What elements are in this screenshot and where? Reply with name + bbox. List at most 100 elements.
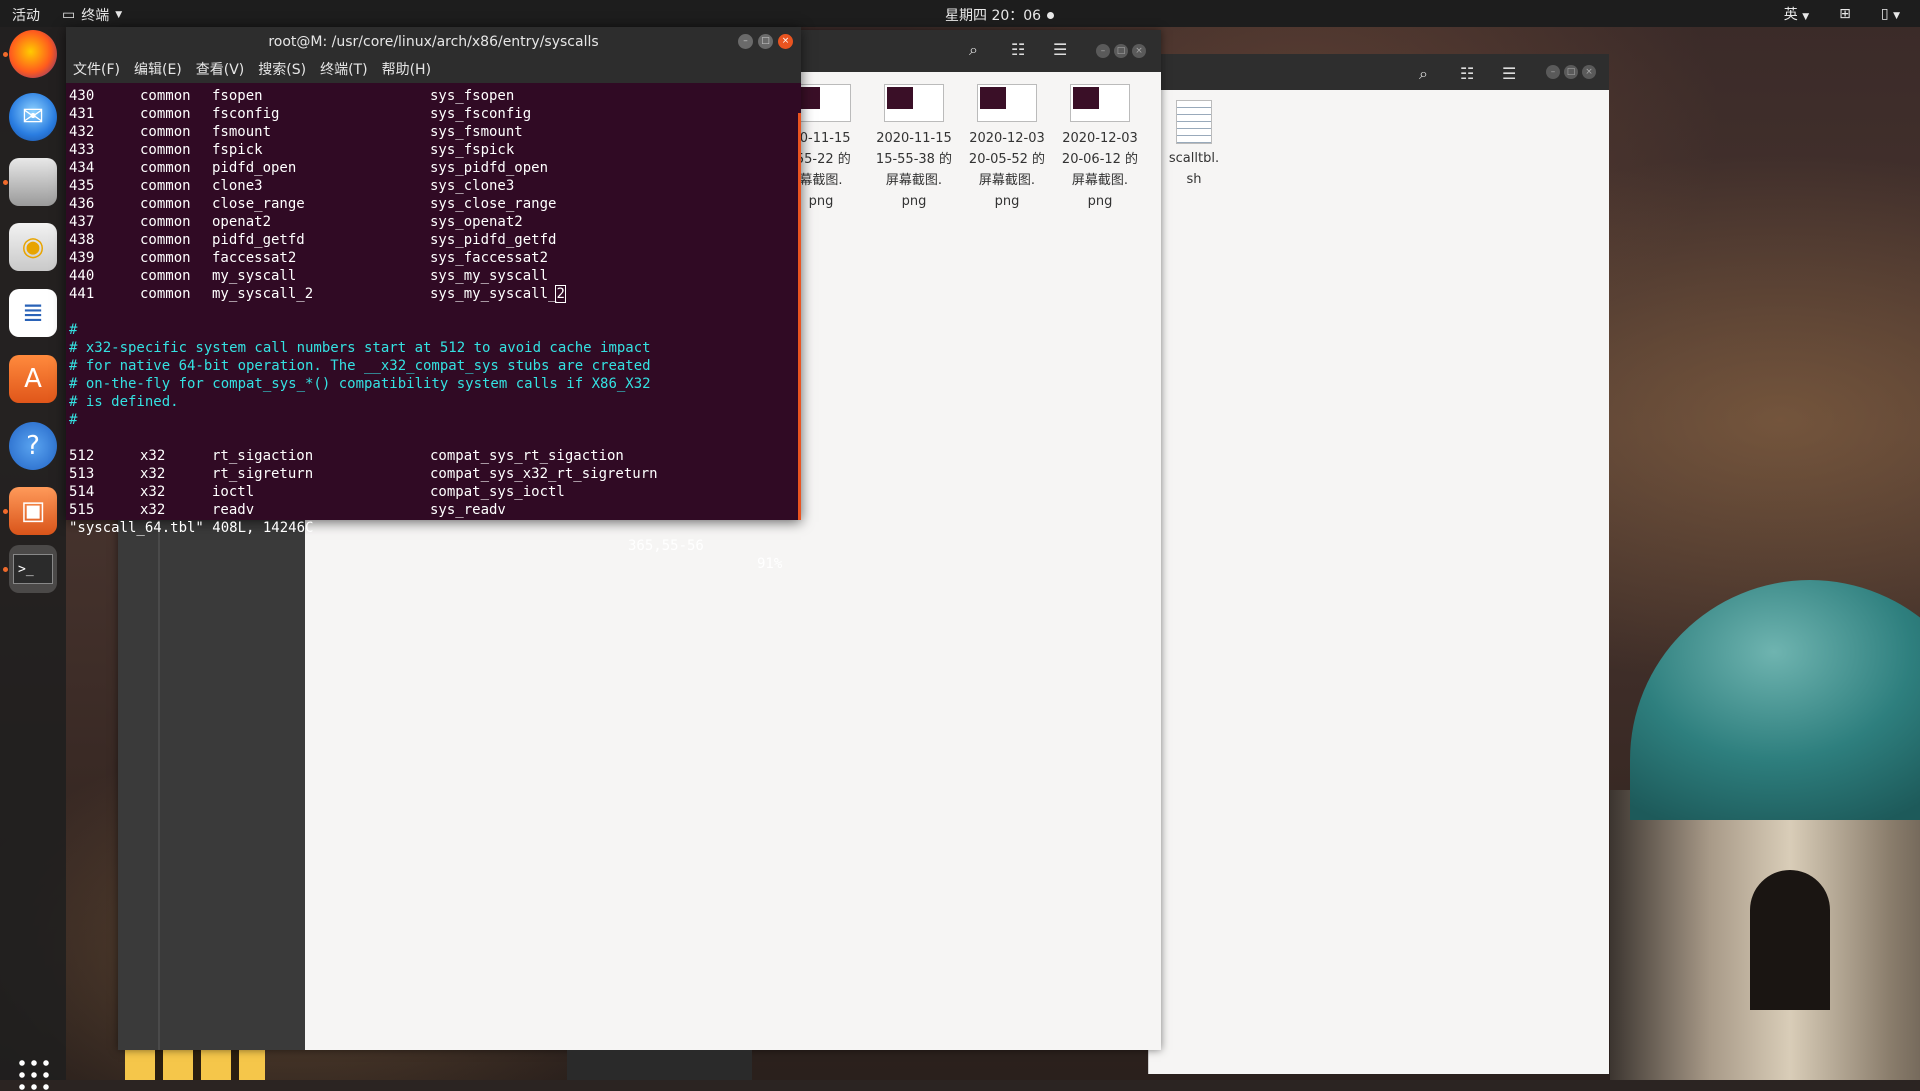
syscall-table-row: 433 common fspick sys_fspick [69, 141, 794, 159]
close-icon[interactable]: × [778, 34, 793, 49]
menu-search[interactable]: 搜索(S) [258, 57, 306, 83]
syscall-name: fsmount [212, 124, 272, 140]
view-list-icon[interactable]: ☷ [1460, 64, 1474, 83]
caret-down-icon: ▼ [1802, 12, 1810, 22]
view-list-icon[interactable]: ☷ [1011, 40, 1025, 59]
close-icon[interactable]: × [1132, 44, 1146, 58]
syscall-number: 435 [69, 178, 95, 194]
comment-line: # [69, 412, 78, 428]
top-bar: 活动 ▭ 终端 ▼ 星期四 20：06 英 ▼ ⊞ ▯ ▼ [0, 0, 1920, 27]
syscall-number: 436 [69, 196, 95, 212]
syscall-abi: common [140, 124, 191, 140]
menu-terminal[interactable]: 终端(T) [320, 57, 367, 83]
menu-icon[interactable]: ☰ [1502, 64, 1516, 83]
syscall-abi: common [140, 160, 191, 176]
power-menu[interactable]: ▯ ▼ [1881, 6, 1900, 22]
maximize-icon[interactable]: □ [1114, 44, 1128, 58]
syscall-name: openat2 [212, 214, 272, 230]
text-cursor: 2 [555, 285, 566, 303]
syscall-entry-point: compat_sys_rt_sigaction [430, 448, 624, 464]
activities-button[interactable]: 活动 [12, 5, 40, 25]
menu-help[interactable]: 帮助(H) [382, 57, 431, 83]
terminal-title: root@M: /usr/core/linux/arch/x86/entry/s… [268, 34, 599, 50]
syscall-number: 513 [69, 466, 95, 482]
file-item[interactable]: 2020-11-15 15-55-38 的 屏幕截图. png [869, 84, 959, 212]
terminal-text-area[interactable]: 430 common fsopen sys_fsopen 431 common fsconf… [69, 87, 794, 572]
shopping-bag-icon[interactable]: A [9, 355, 57, 403]
syscall-name: my_syscall [212, 268, 297, 284]
syscall-name: close_range [212, 196, 305, 212]
file-item-script[interactable]: scalltbl. sh [1154, 100, 1234, 190]
syscall-name: fsopen [212, 88, 263, 104]
file-item[interactable]: 2020-12-03 20-05-52 的 屏幕截图. png [962, 84, 1052, 212]
syscall-entry-point: sys_faccessat2 [430, 250, 549, 266]
syscall-name: my_syscall_2 [212, 286, 314, 302]
syscall-entry-point: sys_openat2 [430, 214, 523, 230]
syscall-number: 437 [69, 214, 95, 230]
maximize-icon[interactable]: □ [758, 34, 773, 49]
comment-line: # is defined. [69, 394, 179, 410]
syscall-entry-point: sys_fspick [430, 142, 515, 158]
syscall-abi: x32 [140, 466, 166, 482]
syscall-table-row: 436 common close_range sys_close_range [69, 195, 794, 213]
syscall-number: 512 [69, 448, 95, 464]
minimize-icon[interactable]: – [738, 34, 753, 49]
syscall-table-row: 440 common my_syscall sys_my_syscall [69, 267, 794, 285]
wallpaper-lit-windows [125, 1045, 265, 1080]
syscall-abi: common [140, 106, 191, 122]
syscall-abi: x32 [140, 484, 166, 500]
clock[interactable]: 星期四 20：06 [945, 5, 1055, 25]
menu-file[interactable]: 文件(F) [73, 57, 120, 83]
file-cabinet-icon[interactable] [9, 158, 57, 206]
file-item[interactable]: 2020-12-03 20-06-12 的 屏幕截图. png [1055, 84, 1145, 212]
running-indicator [3, 180, 8, 185]
syscall-name: pidfd_open [212, 160, 297, 176]
comment-line: # x32-specific system call numbers start… [69, 340, 651, 356]
document-icon[interactable]: ≣ [9, 289, 57, 337]
syscall-entry-point: sys_my_syscall [430, 268, 549, 284]
input-method-indicator[interactable]: 英 ▼ [1784, 4, 1809, 24]
file-manager-window-back: ⌕ ☷ ☰ – □ × [1148, 54, 1609, 1074]
close-icon[interactable]: × [1582, 65, 1596, 79]
help-icon[interactable]: ? [9, 422, 57, 470]
syscall-table-row: 432 common fsmount sys_fsmount [69, 123, 794, 141]
syscall-table-row: 514 x32 ioctl compat_sys_ioctl [69, 483, 794, 501]
status-percent: 91% [757, 556, 783, 572]
syscall-number: 440 [69, 268, 95, 284]
syscall-abi: common [140, 196, 191, 212]
syscall-abi: common [140, 232, 191, 248]
speaker-icon[interactable]: ◉ [9, 223, 57, 271]
syscall-number: 441 [69, 286, 95, 302]
terminal-scrollbar[interactable] [798, 113, 801, 520]
syscall-table-row: 434 common pidfd_open sys_pidfd_open [69, 159, 794, 177]
firefox-icon[interactable] [9, 30, 57, 78]
maximize-icon[interactable]: □ [1564, 65, 1578, 79]
comment-line: # on-the-fly for compat_sys_*() compatib… [69, 376, 651, 392]
image-thumbnail-icon [1070, 84, 1130, 122]
minimize-icon[interactable]: – [1546, 65, 1560, 79]
running-indicator [3, 52, 8, 57]
horizontal-scrollbar[interactable] [567, 1050, 752, 1080]
syscall-name: rt_sigaction [212, 448, 314, 464]
camera-icon[interactable]: ▣ [9, 487, 57, 535]
terminal-icon[interactable]: >_ [9, 545, 57, 593]
running-indicator [3, 509, 8, 514]
syscall-entry-point: compat_sys_x32_rt_sigreturn [430, 466, 658, 482]
menu-edit[interactable]: 编辑(E) [134, 57, 182, 83]
search-icon[interactable]: ⌕ [1419, 64, 1428, 84]
menu-icon[interactable]: ☰ [1053, 40, 1067, 59]
search-icon[interactable]: ⌕ [969, 40, 978, 60]
vim-status-line: "syscall_64.tbl" 408L, 14246C 365,55-56 … [69, 501, 794, 572]
minimize-icon[interactable]: – [1096, 44, 1110, 58]
mail-icon[interactable]: ✉ [9, 93, 57, 141]
syscall-abi: common [140, 142, 191, 158]
app-menu[interactable]: ▭ 终端 ▼ [62, 5, 122, 25]
syscall-entry-point: sys_pidfd_open [430, 160, 549, 176]
syscall-number: 430 [69, 88, 95, 104]
menu-view[interactable]: 查看(V) [196, 57, 245, 83]
network-icon[interactable]: ⊞ [1839, 6, 1851, 22]
terminal-titlebar[interactable]: root@M: /usr/core/linux/arch/x86/entry/s… [66, 27, 801, 57]
show-applications-icon[interactable] [16, 1057, 50, 1091]
syscall-name: ioctl [212, 484, 255, 500]
comment-line: # for native 64-bit operation. The __x32… [69, 358, 651, 374]
